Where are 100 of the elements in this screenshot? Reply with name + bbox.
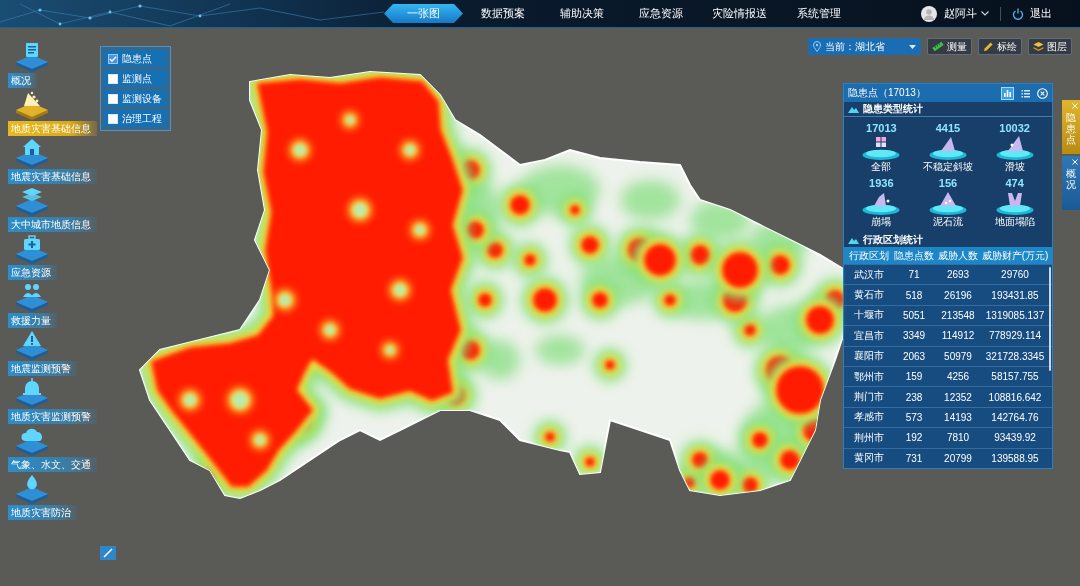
square-slash-icon[interactable]	[100, 546, 116, 560]
low-heat-spot	[382, 342, 398, 358]
section-title: 行政区划统计	[863, 232, 923, 247]
ruler-icon	[932, 41, 944, 52]
location-pin-icon	[813, 41, 821, 52]
table-cell-text: 114912	[940, 330, 976, 342]
heat-spot	[522, 277, 568, 323]
nav-tab[interactable]: 数据预案	[463, 4, 542, 23]
low-heat-spot	[228, 388, 252, 412]
low-heat-spot	[620, 180, 680, 220]
low-heat-spot	[251, 431, 269, 449]
table-cell-text: 50979	[943, 350, 973, 362]
sidebar-item[interactable]: 概况	[8, 73, 37, 88]
nav-tab[interactable]: 辅助决策	[542, 4, 621, 23]
mountain-icon	[848, 105, 859, 113]
table-cell-text: 孝感市	[853, 410, 885, 425]
slope-on-pedestal-icon	[929, 135, 967, 160]
table-cell-text: 5051	[901, 309, 927, 321]
nav-tab[interactable]: 系统管理	[779, 4, 858, 23]
sidebar-item[interactable]: 应急资源	[8, 265, 57, 280]
sidebar-item[interactable]: 救援力量	[8, 313, 57, 328]
layer-option[interactable]: 监测设备	[104, 90, 167, 107]
low-heat-spot	[390, 280, 410, 300]
power-icon	[1012, 7, 1024, 20]
section-title: 隐患类型统计	[863, 102, 923, 116]
low-heat-spot	[275, 290, 295, 310]
low-heat-spot	[411, 221, 429, 239]
heat-spot	[581, 281, 619, 319]
table-cell-text: 71	[907, 269, 921, 281]
layer-option[interactable]: 治理工程	[104, 110, 167, 127]
table-cell-text: 213548	[940, 309, 976, 321]
logout-button[interactable]: 退出	[1012, 6, 1052, 21]
pencil-icon	[983, 41, 994, 52]
table-cell-text: 1319085.137	[984, 309, 1046, 321]
column-header: 威胁财产(万元)	[980, 248, 1050, 263]
map-tool-button[interactable]: 测量	[927, 38, 972, 55]
table-cell-text: 12352	[943, 391, 973, 403]
sidebar-item[interactable]: 地质灾害监测预警	[8, 409, 97, 424]
table-cell-text: 321728.3345	[984, 350, 1046, 362]
nav-tab[interactable]: 一张图	[384, 4, 463, 23]
layer-option[interactable]: 隐患点	[104, 50, 167, 67]
low-heat-spot	[321, 321, 339, 339]
stat-count: 474	[1005, 177, 1024, 189]
table-cell-text: 2063	[901, 350, 927, 362]
table-cell-text: 238	[904, 391, 924, 403]
low-heat-spot	[401, 141, 419, 159]
table-cell-text: 宜昌市	[853, 328, 885, 343]
heat-spot	[467, 282, 503, 318]
sidebar-item[interactable]: 大中城市地质信息	[8, 217, 97, 232]
checkbox[interactable]	[108, 93, 118, 104]
stat-name: 泥石流	[933, 216, 963, 228]
caret-down-icon	[981, 11, 989, 16]
slope-on-pedestal-icon	[995, 135, 1034, 160]
sidebar-item[interactable]: 地质灾害防治	[8, 505, 77, 520]
stat-name: 不稳定斜坡	[923, 161, 973, 173]
stat-name: 滑坡	[1004, 161, 1025, 173]
table-cell-text: 黄冈市	[853, 451, 885, 466]
layers-icon	[1033, 41, 1044, 52]
heat-spot	[711, 241, 769, 299]
table-cell-text: 139588.95	[990, 452, 1040, 464]
close-icon[interactable]	[1037, 87, 1048, 99]
side-tab[interactable]: 概况	[1062, 156, 1080, 210]
panel-title: 隐患点（17013）	[848, 86, 926, 100]
sidebar-item[interactable]: 地震灾害基础信息	[8, 169, 97, 184]
stat-count: 4415	[935, 122, 961, 134]
user-menu[interactable]: 赵阿斗	[944, 6, 989, 21]
low-heat-spot	[180, 390, 200, 410]
checkbox[interactable]	[108, 53, 118, 64]
table-cell-text: 武汉市	[853, 267, 885, 282]
stat-name: 全部	[871, 161, 892, 173]
low-heat-spot	[290, 140, 310, 160]
avatar-icon	[921, 5, 937, 22]
side-tab[interactable]: 隐患点	[1062, 100, 1080, 154]
nav-tab[interactable]: 应急资源	[621, 4, 700, 23]
table-cell-text: 29760	[1000, 269, 1030, 281]
sidebar-item[interactable]: 地震监测预警	[8, 361, 77, 376]
stat-count: 10032	[999, 122, 1030, 134]
table-cell-text: 十堰市	[853, 308, 885, 323]
table-cell-text: 193431.85	[990, 289, 1040, 301]
layer-option[interactable]: 监测点	[104, 70, 167, 87]
table-cell-text: 襄阳市	[853, 349, 885, 364]
bar-chart-icon[interactable]	[1001, 86, 1014, 100]
region-dropdown[interactable]: 当前：湖北省	[808, 38, 921, 55]
checkbox[interactable]	[108, 73, 118, 84]
table-cell-text: 2693	[945, 269, 971, 281]
close-icon[interactable]	[1072, 159, 1078, 165]
caret-down-icon	[909, 44, 916, 49]
table-cell-text: 26196	[943, 289, 973, 301]
table-cell-text: 192	[904, 432, 924, 444]
nav-tab[interactable]: 灾险情报送	[700, 4, 779, 23]
sidebar-item[interactable]: 气象、水文、交通	[8, 457, 97, 472]
stat-count: 156	[938, 177, 958, 189]
table-cell-text: 4256	[945, 371, 971, 383]
table-cell-text: 108816.642	[987, 391, 1043, 403]
scrollbar-thumb[interactable]	[1049, 267, 1051, 371]
checkbox[interactable]	[108, 113, 118, 124]
map-tool-button[interactable]: 图层	[1028, 38, 1072, 55]
table-cell-text: 鄂州市	[853, 369, 885, 384]
heat-spot	[513, 243, 547, 277]
map-tool-button[interactable]: 标绘	[978, 38, 1022, 55]
